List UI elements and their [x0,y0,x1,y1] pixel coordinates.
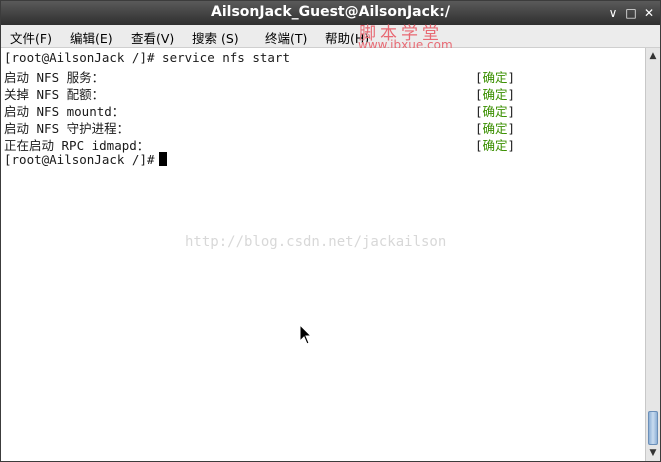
output-line: 正在启动 RPC idmapd： [4,138,150,153]
output-line: 关掉 NFS 配额： [4,87,105,102]
maximize-icon[interactable]: □ [623,5,639,21]
minimize-icon[interactable]: ∨ [605,5,621,21]
status-badge: [确定] [475,70,516,85]
output-line: 启动 NFS 守护进程： [4,121,130,136]
arrow-up-icon[interactable]: ▲ [648,51,658,61]
scrollbar-thumb[interactable] [648,411,658,445]
close-icon[interactable]: ✕ [641,5,657,21]
final-prompt: [root@AilsonJack /]# [4,152,155,167]
menu-file[interactable]: 文件(F) [10,28,52,47]
window-title: AilsonJack_Guest@AilsonJack:/ [211,4,450,20]
menu-terminal[interactable]: 终端(T) [265,28,307,47]
prompt-command-line: [root@AilsonJack /]# service nfs start [4,50,290,65]
terminal-window: AilsonJack_Guest@AilsonJack:/ ∨ □ ✕ 文件(F… [0,0,661,462]
vertical-scrollbar[interactable]: ▲ ▼ [645,48,660,461]
output-line: 启动 NFS mountd： [4,104,125,119]
menu-edit[interactable]: 编辑(E) [70,28,113,47]
menu-bar: 文件(F) 编辑(E) 查看(V) 搜索 (S) 终端(T) 帮助(H) [1,25,660,48]
mouse-pointer-icon [299,324,313,345]
terminal-area[interactable]: [root@AilsonJack /]# service nfs start 启… [2,48,645,461]
title-bar[interactable]: AilsonJack_Guest@AilsonJack:/ ∨ □ ✕ [1,1,660,25]
status-badge: [确定] [475,121,516,136]
blog-watermark: http://blog.csdn.net/jackailson [185,234,447,250]
status-badge: [确定] [475,138,516,153]
text-cursor [158,152,167,166]
menu-view[interactable]: 查看(V) [131,28,174,47]
status-badge: [确定] [475,104,516,119]
status-badge: [确定] [475,87,516,102]
arrow-down-icon[interactable]: ▼ [648,448,658,458]
final-prompt-line: [root@AilsonJack /]# [4,152,167,169]
output-line: 启动 NFS 服务： [4,70,105,85]
menu-search[interactable]: 搜索 (S) [192,28,239,47]
